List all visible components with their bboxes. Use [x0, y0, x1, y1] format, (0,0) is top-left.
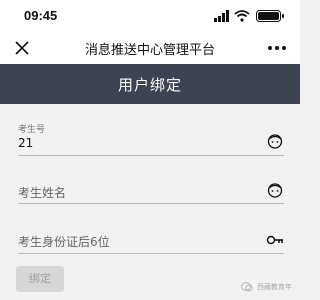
status-time: 09:45 — [24, 8, 58, 23]
battery-icon — [256, 10, 284, 22]
exam-number-value[interactable]: 21 — [18, 136, 33, 150]
page-header: 用户绑定 — [0, 64, 300, 104]
status-bar: 09:45 — [0, 0, 300, 32]
nav-bar: 消息推送中心管理平台 — [0, 32, 300, 64]
wifi-icon — [234, 10, 250, 22]
bind-button[interactable]: 绑定 — [16, 266, 64, 292]
id-last-six-placeholder[interactable]: 考生身份证后6位 — [18, 233, 110, 250]
key-icon — [266, 235, 283, 245]
watermark: 西藏教育年 — [240, 280, 292, 294]
face-icon — [267, 183, 283, 198]
signal-icon — [214, 10, 229, 22]
page-title: 用户绑定 — [117, 76, 182, 94]
nav-title: 消息推送中心管理平台 — [84, 43, 215, 58]
wechat-icon — [240, 282, 253, 292]
more-icon[interactable] — [266, 38, 288, 58]
face-icon — [267, 134, 283, 149]
exam-number-label: 考生号 — [18, 125, 46, 135]
exam-name-field[interactable]: 考生姓名 — [18, 156, 284, 204]
exam-number-field[interactable]: 考生号 21 — [18, 104, 284, 156]
id-last-six-field[interactable]: 考生身份证后6位 — [18, 204, 284, 254]
exam-name-placeholder[interactable]: 考生姓名 — [18, 184, 66, 201]
watermark-text: 西藏教育年 — [257, 283, 292, 291]
id-last-six-underline — [18, 253, 284, 254]
